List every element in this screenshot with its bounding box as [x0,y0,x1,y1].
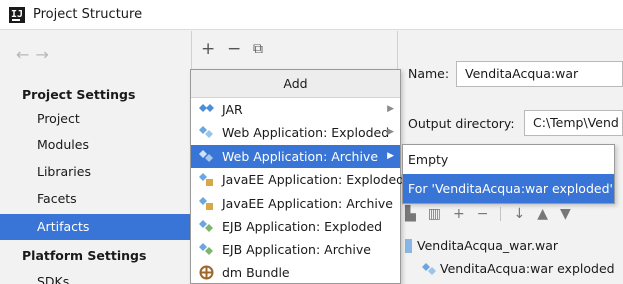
javaee-icon [199,173,213,186]
intellij-logo-icon: IJ [9,6,25,23]
remove-icon[interactable]: − [227,39,241,59]
submenu-arrow-icon: ▶ [387,104,394,114]
artifact-name-field[interactable]: VenditaAcqua:war [456,61,623,87]
window-title: Project Structure [33,7,143,22]
output-directory-field[interactable]: C:\Temp\Vend [524,110,623,136]
settings-sidebar: ←→ Project Settings Project Modules Libr… [0,31,192,284]
add-artifact-menu: Add JAR ▶ Web Application: Exploded ▶ Web … [190,69,404,284]
web-app-icon [199,126,213,138]
menu-item-ejb-exploded[interactable]: EJB Application: Exploded [191,215,400,238]
submenu-arrow-icon: ▶ [387,151,394,161]
submenu-arrow-icon: ▶ [387,127,394,137]
menu-item-web-exploded[interactable]: Web Application: Exploded ▶ [191,121,400,144]
web-archive-submenu: Empty For 'VenditaAcqua:war exploded' [402,144,615,204]
add-copy-icon[interactable]: + [453,206,465,222]
output-layout-toolbar: ▙ ▥ + − ↓ ▲ ▼ [399,201,623,227]
jar-diamond-icon [199,104,214,112]
tree-root-war[interactable]: VenditaAcqua_war.war [405,238,558,253]
web-app-icon [199,150,213,162]
tree-root-label: VenditaAcqua_war.war [417,238,559,253]
sort-icon[interactable]: ↓ [513,206,525,222]
tree-child-label: VenditaAcqua:war exploded [440,261,615,276]
sidebar-item-libraries[interactable]: Libraries [0,159,192,185]
sidebar-item-facets[interactable]: Facets [0,186,192,212]
name-label: Name: [408,66,450,81]
artifacts-toolbar: + − ⧉ [193,31,398,69]
javaee-icon [199,197,213,210]
move-up-icon[interactable]: ▲ [537,206,548,222]
menu-item-javaee-archive[interactable]: JavaEE Application: Archive [191,192,400,215]
sidebar-item-artifacts[interactable]: Artifacts [0,214,192,240]
ejb-icon [199,220,213,232]
back-arrow-icon[interactable]: ← [16,45,35,64]
menu-item-ejb-archive[interactable]: EJB Application: Archive [191,238,400,261]
menu-item-jar[interactable]: JAR ▶ [191,98,400,121]
move-down-icon[interactable]: ▼ [560,206,571,222]
menu-header: Add [191,70,400,98]
output-directory-label: Output directory: [408,116,515,131]
archive-icon[interactable]: ▥ [428,206,441,222]
sidebar-item-project[interactable]: Project [0,106,192,132]
sidebar-item-sdks[interactable]: SDKs [0,269,192,284]
new-folder-icon[interactable]: ▙ [405,206,416,222]
platform-settings-header: Platform Settings [22,248,147,263]
sidebar-item-modules[interactable]: Modules [0,132,192,158]
toolbar-separator [500,207,502,221]
nav-arrows: ←→ [16,45,55,64]
project-settings-header: Project Settings [22,87,136,102]
add-icon[interactable]: + [201,39,215,59]
copy-icon[interactable]: ⧉ [253,41,263,57]
menu-item-dm-bundle[interactable]: dm Bundle [191,261,400,284]
menu-item-web-archive[interactable]: Web Application: Archive ▶ [191,145,400,168]
war-file-icon [405,238,412,253]
remove-element-icon[interactable]: − [477,206,489,222]
web-app-icon [422,262,436,275]
submenu-item-empty[interactable]: Empty [403,145,614,174]
menu-item-javaee-exploded[interactable]: JavaEE Application: Exploded [191,168,404,191]
ejb-icon [199,243,213,255]
submenu-item-for-exploded[interactable]: For 'VenditaAcqua:war exploded' [403,174,614,203]
tree-child-exploded[interactable]: VenditaAcqua:war exploded [422,261,615,276]
title-bar: IJ Project Structure [0,0,623,30]
forward-arrow-icon[interactable]: → [35,45,54,64]
bundle-icon [199,265,214,280]
